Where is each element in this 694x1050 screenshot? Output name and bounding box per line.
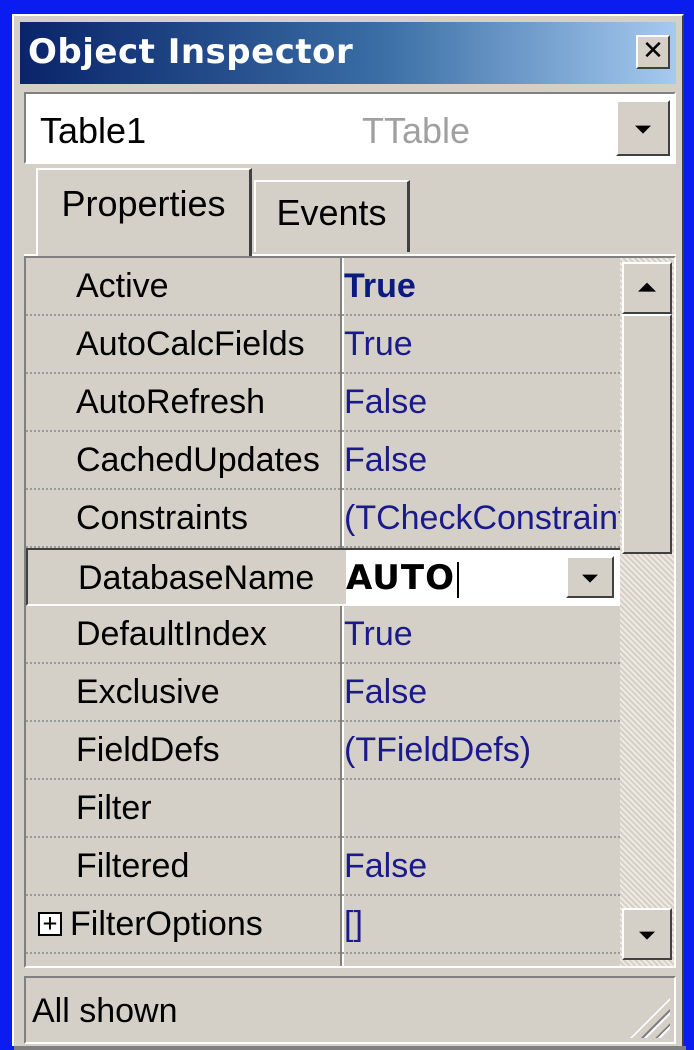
close-icon: ✕ — [642, 36, 664, 66]
object-inspector-window: Object Inspector ✕ Table1 TTable Propert… — [12, 14, 686, 1050]
scroll-thumb[interactable] — [622, 314, 672, 554]
tab-properties[interactable]: Properties — [36, 168, 252, 256]
property-name: DefaultIndex — [76, 615, 267, 653]
property-name: FieldDefs — [76, 731, 220, 769]
resize-grip-icon[interactable] — [630, 998, 670, 1038]
text-caret — [456, 561, 459, 598]
property-row-cachedupdates[interactable]: CachedUpdates False — [26, 432, 620, 490]
property-value[interactable]: False — [344, 374, 620, 430]
expand-plus-icon[interactable]: + — [38, 911, 62, 936]
object-name: Table1 — [40, 110, 147, 151]
property-name: AutoRefresh — [76, 383, 265, 421]
property-name: DatabaseName — [78, 559, 315, 597]
scroll-up-button[interactable] — [622, 262, 672, 314]
arrow-up-icon — [638, 282, 656, 292]
property-row-defaultindex[interactable]: DefaultIndex True — [26, 606, 620, 664]
status-text: All shown — [32, 992, 178, 1030]
property-value[interactable]: (TCheckConstraints) — [344, 490, 620, 546]
property-name: Exclusive — [76, 673, 220, 711]
property-value[interactable]: True — [344, 258, 620, 314]
property-value[interactable]: (TFieldDefs) — [344, 722, 620, 778]
vertical-scrollbar[interactable] — [620, 258, 674, 966]
chevron-down-icon — [635, 125, 651, 134]
tab-properties-label: Properties — [61, 183, 226, 224]
object-selector-dropdown-button[interactable] — [616, 100, 670, 156]
window-title: Object Inspector — [28, 32, 354, 72]
property-row-filter[interactable]: Filter — [26, 780, 620, 838]
property-name: AutoCalcFields — [76, 325, 305, 363]
property-value[interactable]: False — [344, 432, 620, 488]
property-grid: Active True AutoCalcFields True AutoRefr… — [24, 256, 676, 968]
property-row-exclusive[interactable]: Exclusive False — [26, 664, 620, 722]
property-row-fielddefs[interactable]: FieldDefs (TFieldDefs) — [26, 722, 620, 780]
property-row-filteroptions[interactable]: + FilterOptions [] — [26, 896, 620, 954]
property-row-filtered[interactable]: Filtered False — [26, 838, 620, 896]
property-value-text: AUTO — [346, 558, 455, 598]
property-value[interactable]: True — [344, 316, 620, 372]
arrow-down-icon — [639, 931, 655, 940]
property-name: FilterOptions — [70, 905, 263, 943]
title-bar[interactable]: Object Inspector ✕ — [20, 22, 676, 84]
property-row-active[interactable]: Active True — [26, 258, 620, 316]
property-name: Active — [76, 267, 169, 305]
tab-events[interactable]: Events — [254, 180, 410, 252]
property-row-autorefresh[interactable]: AutoRefresh False — [26, 374, 620, 432]
scroll-down-button[interactable] — [622, 908, 672, 960]
property-value[interactable]: False — [344, 664, 620, 720]
property-name: CachedUpdates — [76, 441, 320, 479]
bottom-edge — [14, 1046, 686, 1050]
property-row-autocalcfields[interactable]: AutoCalcFields True — [26, 316, 620, 374]
object-type: TTable — [362, 110, 471, 151]
property-name: Filter — [76, 789, 152, 827]
tab-events-label: Events — [276, 192, 387, 233]
close-button[interactable]: ✕ — [636, 35, 670, 69]
chevron-down-icon — [582, 574, 598, 583]
property-row-databasename[interactable]: DatabaseName AUTO — [26, 548, 620, 606]
property-name: Filtered — [76, 847, 190, 885]
property-value[interactable] — [344, 780, 620, 836]
property-value[interactable]: False — [344, 838, 620, 894]
value-dropdown-button[interactable] — [566, 556, 614, 598]
status-bar: All shown — [24, 976, 676, 1044]
property-row-constraints[interactable]: Constraints (TCheckConstraints) — [26, 490, 620, 548]
object-selector-combo[interactable]: Table1 TTable — [24, 92, 676, 164]
property-value[interactable]: [] — [344, 896, 620, 952]
property-name: Constraints — [76, 499, 248, 537]
property-value[interactable]: True — [344, 606, 620, 662]
